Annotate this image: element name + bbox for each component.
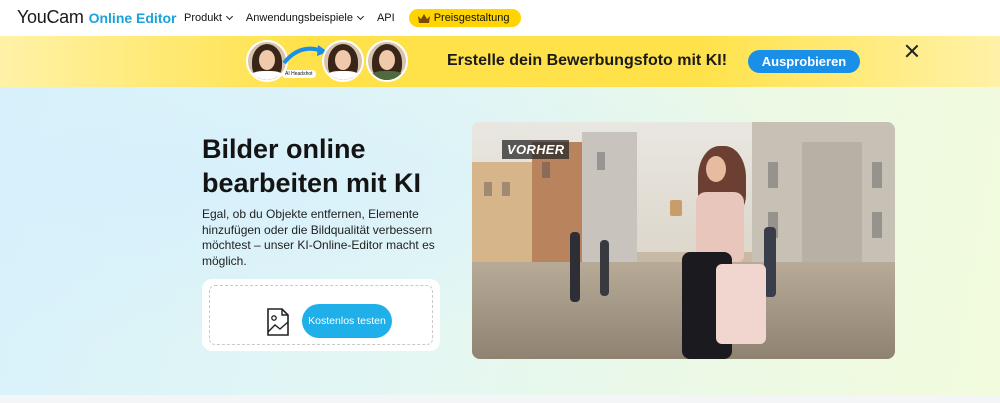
- logo-sub-text: Online Editor: [88, 10, 177, 26]
- after-headshot-image: [366, 40, 408, 82]
- chevron-down-icon: [225, 12, 233, 21]
- hero-section: Bilder online bearbeiten mit KI Egal, ob…: [0, 87, 1000, 395]
- nav-item-label: Produkt: [184, 12, 222, 24]
- nav-item-produkt[interactable]: Produkt: [184, 12, 233, 24]
- upload-card[interactable]: Kostenlos testen: [202, 279, 440, 351]
- hero-description: Egal, ob du Objekte entfernen, Elemente …: [202, 207, 435, 268]
- nav-links: Produkt Anwendungsbeispiele API Preisges…: [184, 0, 521, 36]
- after-headshot-image: [322, 40, 364, 82]
- upload-dropzone[interactable]: Kostenlos testen: [209, 285, 433, 345]
- try-button[interactable]: Ausprobieren: [748, 50, 860, 73]
- chevron-down-icon: [356, 12, 364, 21]
- free-test-button[interactable]: Kostenlos testen: [302, 304, 392, 338]
- nav-item-anwendungsbeispiele[interactable]: Anwendungsbeispiele: [245, 12, 364, 24]
- crown-icon: [417, 13, 430, 23]
- logo-main-text: YouCam: [17, 7, 84, 27]
- close-icon[interactable]: [905, 44, 919, 58]
- ai-headshot-tag: AI Headshot: [282, 70, 316, 78]
- nav-item-label: API: [376, 12, 395, 24]
- promo-banner: AI Headshot Erstelle dein Bewerbungsfoto…: [0, 36, 1000, 87]
- logo[interactable]: YouCam Online Editor: [17, 7, 176, 28]
- top-navbar: YouCam Online Editor Produkt Anwendungsb…: [0, 0, 1000, 36]
- nav-item-api[interactable]: API: [377, 12, 395, 24]
- before-after-image: VORHER: [472, 122, 895, 359]
- banner-title: Erstelle dein Bewerbungsfoto mit KI!: [447, 52, 728, 69]
- page-title: Bilder online bearbeiten mit KI: [202, 134, 422, 198]
- before-label: VORHER: [502, 140, 570, 159]
- section-divider: [0, 395, 1000, 403]
- pricing-button[interactable]: Preisgestaltung: [408, 9, 521, 27]
- nav-item-label: Anwendungsbeispiele: [245, 12, 353, 24]
- image-upload-icon: [267, 308, 289, 336]
- headshot-preview: AI Headshot: [246, 38, 410, 86]
- pricing-label: Preisgestaltung: [433, 12, 510, 24]
